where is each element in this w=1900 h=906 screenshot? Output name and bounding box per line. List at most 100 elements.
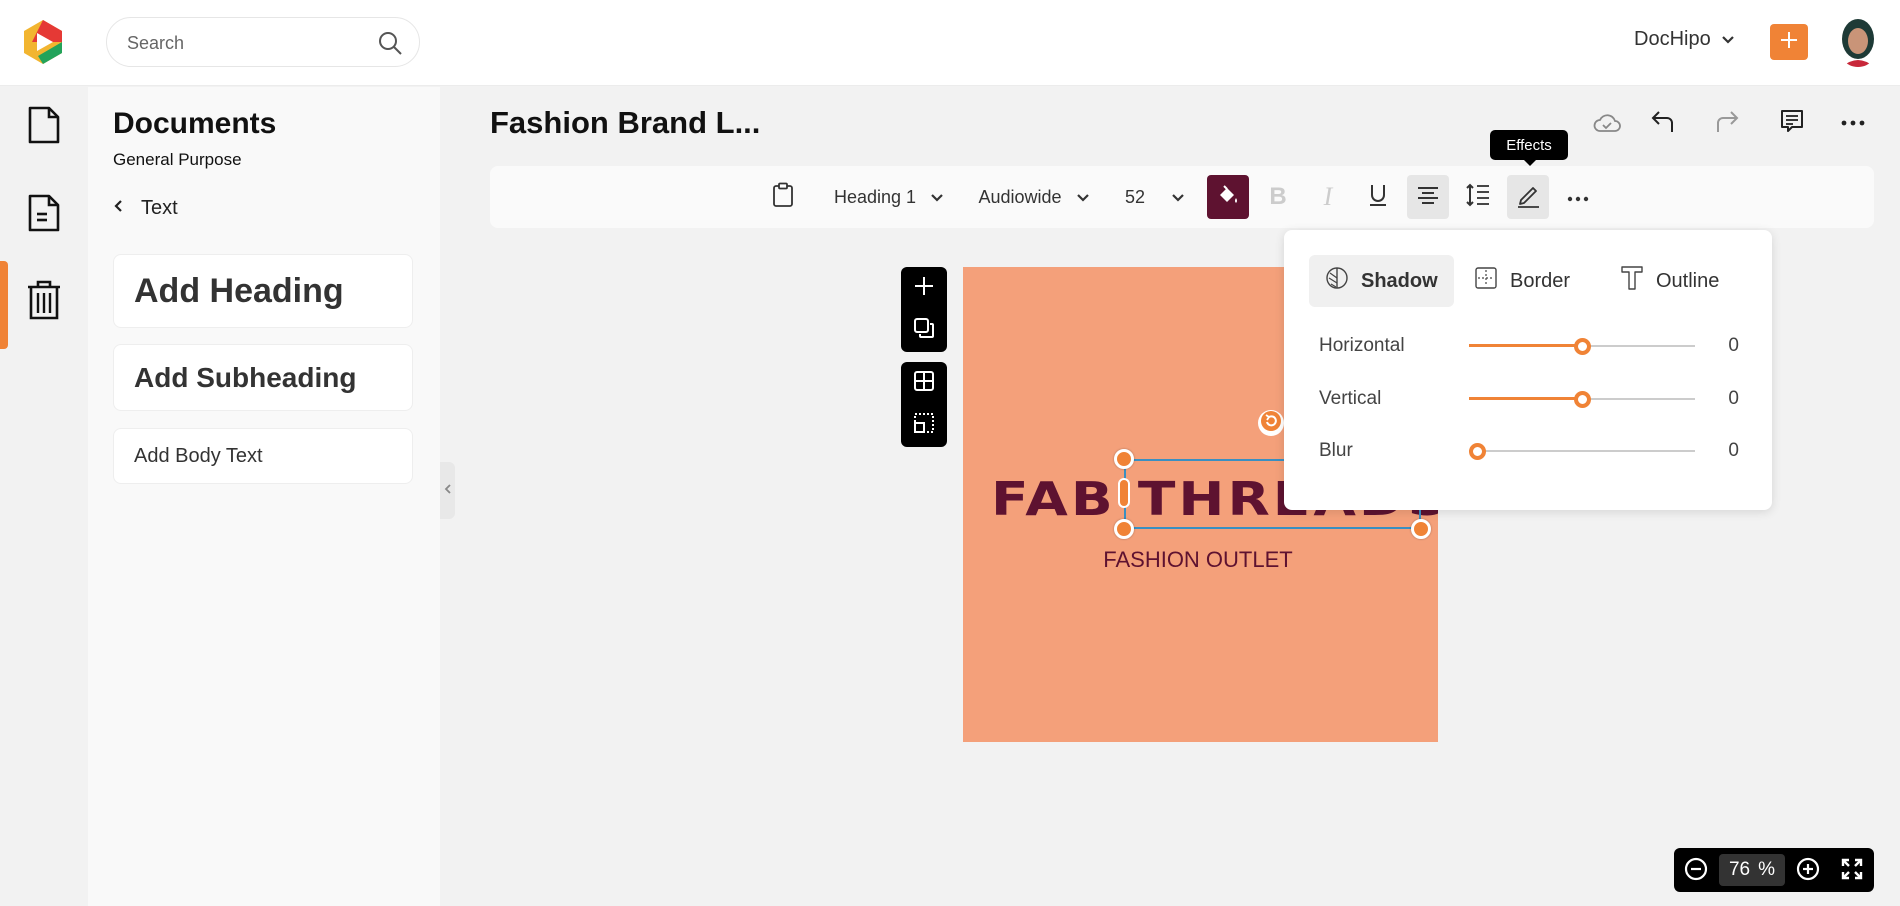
zoom-value: 76 (1728, 859, 1751, 880)
font-family-value: Audiowide (978, 186, 1062, 207)
resize-icon (913, 412, 935, 439)
side-panel: Documents General Purpose Text Add Headi… (88, 87, 440, 906)
redo-icon (1714, 108, 1740, 139)
bold-icon: B (1269, 183, 1287, 210)
chevron-down-icon (930, 187, 944, 208)
more-options-button[interactable] (1836, 108, 1870, 138)
top-bar: DocHipo (0, 0, 1900, 86)
expand-icon (1840, 857, 1864, 886)
chevron-down-icon (1721, 28, 1735, 51)
grid-icon (913, 370, 935, 397)
active-indicator (0, 261, 8, 349)
dochipo-logo[interactable] (20, 18, 66, 66)
more-text-options-button[interactable] (1557, 175, 1599, 219)
line-spacing-button[interactable] (1457, 175, 1499, 219)
bold-button[interactable]: B (1257, 175, 1299, 219)
horizontal-label: Horizontal (1319, 335, 1405, 356)
zoom-in-button[interactable] (1794, 857, 1822, 885)
italic-icon: I (1323, 182, 1333, 211)
copy-icon (913, 317, 935, 344)
slider-row-horizontal: Horizontal 0 (1319, 331, 1749, 361)
vertical-value: 0 (1728, 388, 1739, 409)
blur-value: 0 (1728, 440, 1739, 461)
slider-thumb[interactable] (1574, 391, 1591, 408)
blur-label: Blur (1319, 440, 1353, 461)
tab-outline[interactable]: Outline (1604, 255, 1735, 307)
panel-subtitle: General Purpose (113, 150, 242, 169)
align-center-icon (1416, 185, 1440, 210)
search-input[interactable] (127, 30, 367, 56)
zoom-level[interactable]: 76 % (1719, 854, 1785, 886)
align-center-button[interactable] (1407, 175, 1449, 219)
rail-item-documents[interactable] (24, 105, 64, 149)
blur-slider[interactable] (1469, 436, 1695, 466)
tab-outline-label: Outline (1656, 269, 1720, 292)
paste-style-button[interactable] (762, 175, 804, 219)
resize-handle-bottom-left[interactable] (1114, 519, 1134, 539)
underline-button[interactable] (1357, 175, 1399, 219)
undo-button[interactable] (1646, 108, 1680, 138)
resize-handle-top-left[interactable] (1114, 449, 1134, 469)
trash-icon (26, 279, 62, 326)
user-avatar[interactable] (1836, 17, 1880, 67)
file-text-icon (27, 193, 61, 238)
comments-button[interactable] (1775, 108, 1809, 138)
clipboard-icon (772, 182, 794, 213)
zoom-out-button[interactable] (1682, 857, 1710, 885)
layout-actions-bar (901, 362, 947, 447)
document-title[interactable]: Fashion Brand L... (490, 105, 760, 141)
add-heading-button[interactable]: Add Heading (113, 254, 413, 328)
rail-item-templates[interactable] (24, 193, 64, 237)
horizontal-slider[interactable] (1469, 331, 1695, 361)
text-color-button[interactable] (1207, 175, 1249, 219)
resize-handle-bottom-right[interactable] (1411, 519, 1431, 539)
fullscreen-button[interactable] (1838, 857, 1866, 885)
zoom-control: 76 % (1674, 848, 1874, 892)
add-page-button[interactable] (909, 273, 939, 303)
plus-icon (913, 275, 935, 302)
create-button[interactable] (1770, 24, 1808, 60)
vertical-slider[interactable] (1469, 384, 1695, 414)
page-actions-bar (901, 267, 947, 352)
rail-item-trash[interactable] (24, 280, 64, 324)
file-icon (27, 105, 61, 150)
more-horizontal-icon (1566, 187, 1590, 208)
left-rail (0, 87, 88, 906)
grid-button[interactable] (909, 368, 939, 398)
add-subheading-button[interactable]: Add Subheading (113, 344, 413, 411)
cloud-saved-icon[interactable] (1590, 108, 1624, 138)
plus-circle-icon (1796, 857, 1820, 886)
outline-text-icon (1620, 265, 1644, 297)
collapse-panel-button[interactable] (440, 462, 455, 519)
tab-border[interactable]: Border (1458, 255, 1586, 307)
chevron-left-icon (444, 482, 452, 500)
comment-icon (1779, 108, 1805, 139)
italic-button[interactable]: I (1307, 175, 1349, 219)
font-size-dropdown[interactable]: 52 (1118, 175, 1192, 219)
tab-shadow-label: Shadow (1361, 269, 1438, 292)
slider-thumb[interactable] (1469, 443, 1486, 460)
duplicate-page-button[interactable] (909, 316, 939, 346)
horizontal-value: 0 (1728, 335, 1739, 356)
text-toolbar: Heading 1 Audiowide 52 B I (490, 166, 1874, 228)
slider-thumb[interactable] (1574, 338, 1591, 355)
shadow-icon (1325, 266, 1349, 296)
tab-shadow[interactable]: Shadow (1309, 255, 1454, 307)
pencil-icon (1515, 182, 1541, 213)
rotate-handle[interactable] (1258, 410, 1284, 436)
back-to-text[interactable]: Text (113, 197, 178, 220)
effects-button[interactable] (1507, 175, 1549, 219)
search-box (106, 17, 420, 67)
tab-border-label: Border (1510, 269, 1571, 292)
resize-button[interactable] (909, 411, 939, 441)
search-icon[interactable] (377, 30, 403, 56)
workspace-dropdown[interactable]: DocHipo (1634, 28, 1735, 51)
add-body-text-button[interactable]: Add Body Text (113, 428, 413, 484)
resize-handle-left[interactable] (1118, 478, 1130, 508)
redo-button[interactable] (1710, 108, 1744, 138)
text-style-dropdown[interactable]: Heading 1 (828, 175, 950, 219)
font-family-dropdown[interactable]: Audiowide (972, 175, 1096, 219)
zoom-unit: % (1758, 859, 1776, 880)
more-horizontal-icon (1840, 114, 1866, 132)
tagline-text[interactable]: FASHION OUTLET (963, 547, 1433, 573)
